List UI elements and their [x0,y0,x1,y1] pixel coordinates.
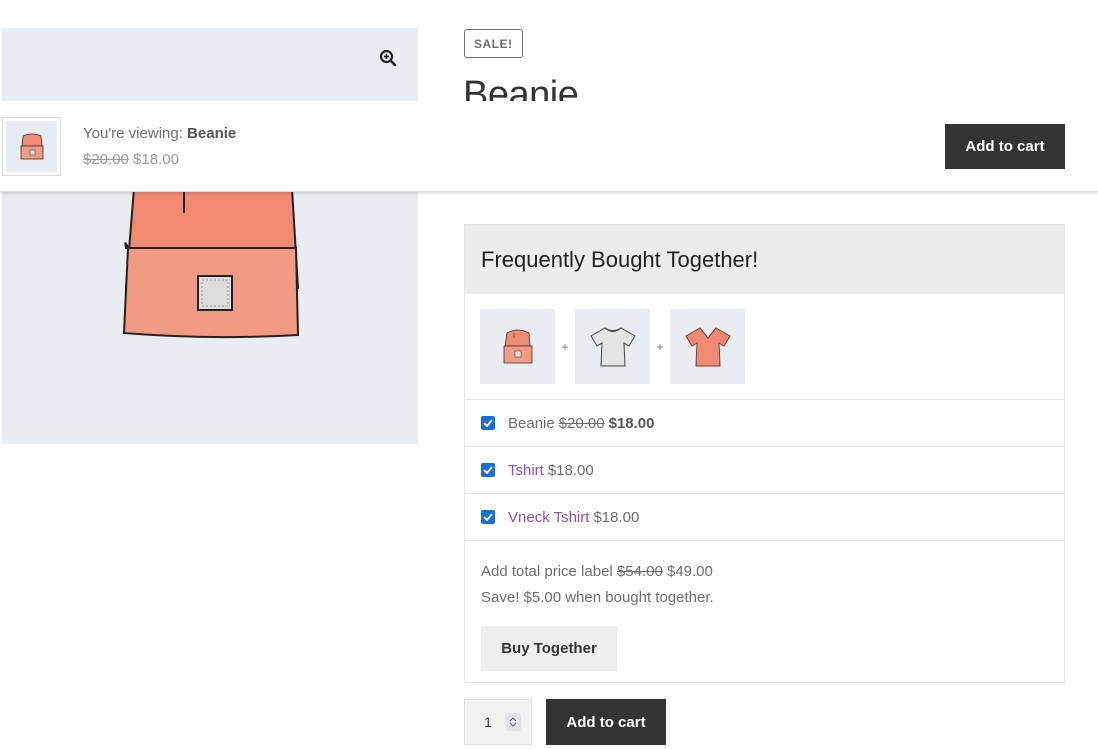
sticky-product-thumbnail [2,117,61,176]
beanie-thumbnail-icon [20,133,43,159]
tshirt-icon [589,326,636,366]
fbt-save-text: Save! $5.00 when bought together. [481,589,714,606]
viewing-product-name: Beanie [187,125,237,142]
fbt-checkbox-tshirt[interactable] [481,463,495,477]
fbt-image-vneck-tshirt[interactable] [670,309,745,384]
fbt-image-beanie[interactable] [480,309,555,384]
beanie-icon [503,329,532,363]
fbt-total-line: Add total price label $54.00 $49.00 [481,559,1048,585]
fbt-total-old-price: $54.00 [616,563,663,580]
quantity-spinner-icon[interactable] [505,713,521,731]
quantity-value[interactable]: 1 [465,714,505,730]
sticky-add-to-cart-bar: You're viewing: Beanie $20.00 $18.00 Add… [0,101,1098,192]
fbt-checkbox-vneck-tshirt[interactable] [481,510,495,524]
frequently-bought-together: Frequently Bought Together! + + Beanie $… [464,224,1065,683]
add-to-cart-button[interactable]: Add to cart [546,699,666,745]
buy-together-button[interactable]: Buy Together [481,626,617,671]
fbt-item-beanie: Beanie $20.00 $18.00 [465,400,1064,447]
sticky-add-to-cart-button[interactable]: Add to cart [945,124,1065,169]
fbt-total-label: Add total price label [481,563,613,580]
sticky-old-price: $20.00 [83,151,129,168]
sticky-price: $20.00 $18.00 [83,151,179,168]
viewing-prefix: You're viewing: [83,125,183,142]
fbt-image-tshirt[interactable] [575,309,650,384]
quantity-stepper[interactable]: 1 [464,699,532,745]
fbt-checkbox-beanie[interactable] [481,416,495,430]
fbt-item-tshirt: Tshirt $18.00 [465,447,1064,494]
fbt-item-name: Beanie [508,414,555,432]
fbt-item-price: $18.00 [547,461,594,479]
fbt-item-vneck-tshirt: Vneck Tshirt $18.00 [465,494,1064,541]
fbt-item-link[interactable]: Tshirt [508,462,544,479]
fbt-item-price: $18.00 [608,414,655,432]
fbt-item-link[interactable]: Vneck Tshirt [508,509,589,526]
fbt-total-new-price: $49.00 [666,563,713,580]
fbt-footer: Add total price label $54.00 $49.00 Save… [465,541,1064,671]
fbt-plus: + [656,339,664,354]
vneck-tshirt-icon [684,326,731,366]
fbt-images: + + [465,294,1064,400]
sale-badge: SALE! [464,29,523,58]
sticky-sale-price: $18.00 [133,151,179,168]
fbt-plus: + [561,339,569,354]
sticky-viewing-text: You're viewing: Beanie [83,125,236,142]
fbt-item-old-price: $20.00 [558,414,605,432]
zoom-icon[interactable] [370,40,406,76]
fbt-item-price: $18.00 [593,508,640,526]
product-gallery[interactable] [2,28,418,444]
fbt-heading: Frequently Bought Together! [465,225,1064,294]
